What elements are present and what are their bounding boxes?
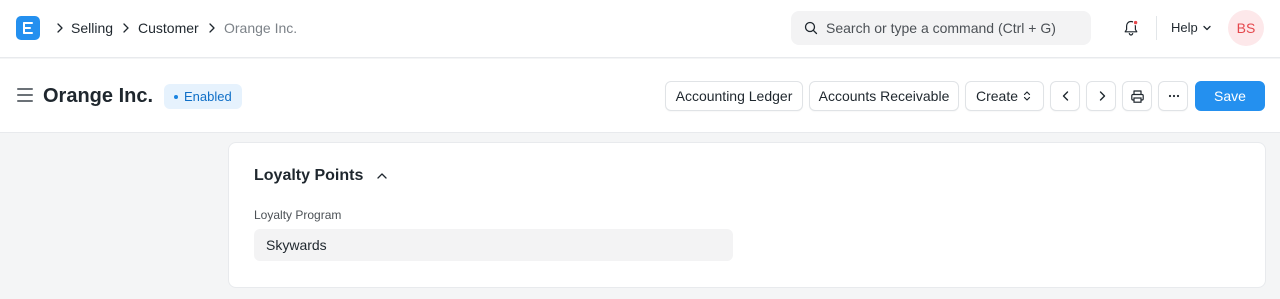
status-badge: Enabled xyxy=(164,84,242,109)
loyalty-program-label: Loyalty Program xyxy=(254,208,342,222)
sort-icon xyxy=(1023,91,1031,101)
more-actions-button[interactable] xyxy=(1158,81,1188,111)
chevron-left-icon xyxy=(1062,91,1069,101)
more-icon xyxy=(1168,94,1180,98)
create-dropdown-button[interactable]: Create xyxy=(965,81,1044,111)
loyalty-program-field[interactable]: Skywards xyxy=(254,229,733,261)
app-logo-icon[interactable] xyxy=(16,16,40,40)
page-header: Orange Inc. Enabled Accounting Ledger Ac… xyxy=(0,59,1280,133)
save-button[interactable]: Save xyxy=(1195,81,1265,111)
section-title[interactable]: Loyalty Points xyxy=(254,166,363,186)
printer-icon xyxy=(1131,90,1144,103)
accounting-ledger-button[interactable]: Accounting Ledger xyxy=(665,81,803,111)
chevron-up-icon[interactable] xyxy=(376,170,388,182)
help-menu[interactable]: Help xyxy=(1171,19,1198,37)
create-label: Create xyxy=(976,88,1019,104)
breadcrumb-current: Orange Inc. xyxy=(224,20,298,36)
search-placeholder: Search or type a command (Ctrl + G) xyxy=(826,20,1056,36)
search-input[interactable]: Search or type a command (Ctrl + G) xyxy=(791,11,1091,45)
search-icon xyxy=(804,21,818,35)
chevron-right-icon xyxy=(57,23,63,33)
next-record-button[interactable] xyxy=(1086,81,1116,111)
hamburger-icon[interactable] xyxy=(17,88,33,102)
page-title: Orange Inc. xyxy=(43,85,154,107)
bell-icon[interactable] xyxy=(1122,19,1140,37)
chevron-right-icon xyxy=(123,23,129,33)
breadcrumb-customer[interactable]: Customer xyxy=(138,19,199,37)
chevron-down-icon[interactable] xyxy=(1202,23,1212,33)
previous-record-button[interactable] xyxy=(1050,81,1080,111)
print-button[interactable] xyxy=(1122,81,1152,111)
status-badge-label: Enabled xyxy=(184,89,232,104)
loyalty-points-section: Loyalty Points Loyalty Program Skywards xyxy=(228,142,1266,288)
chevron-right-icon xyxy=(209,23,215,33)
accounts-receivable-button[interactable]: Accounts Receivable xyxy=(809,81,959,111)
navbar-divider xyxy=(1156,16,1157,40)
avatar[interactable]: BS xyxy=(1228,10,1264,46)
top-navbar: Selling Customer Orange Inc. Search or t… xyxy=(0,0,1280,58)
breadcrumb-selling[interactable]: Selling xyxy=(71,19,113,37)
chevron-right-icon xyxy=(1099,91,1106,101)
